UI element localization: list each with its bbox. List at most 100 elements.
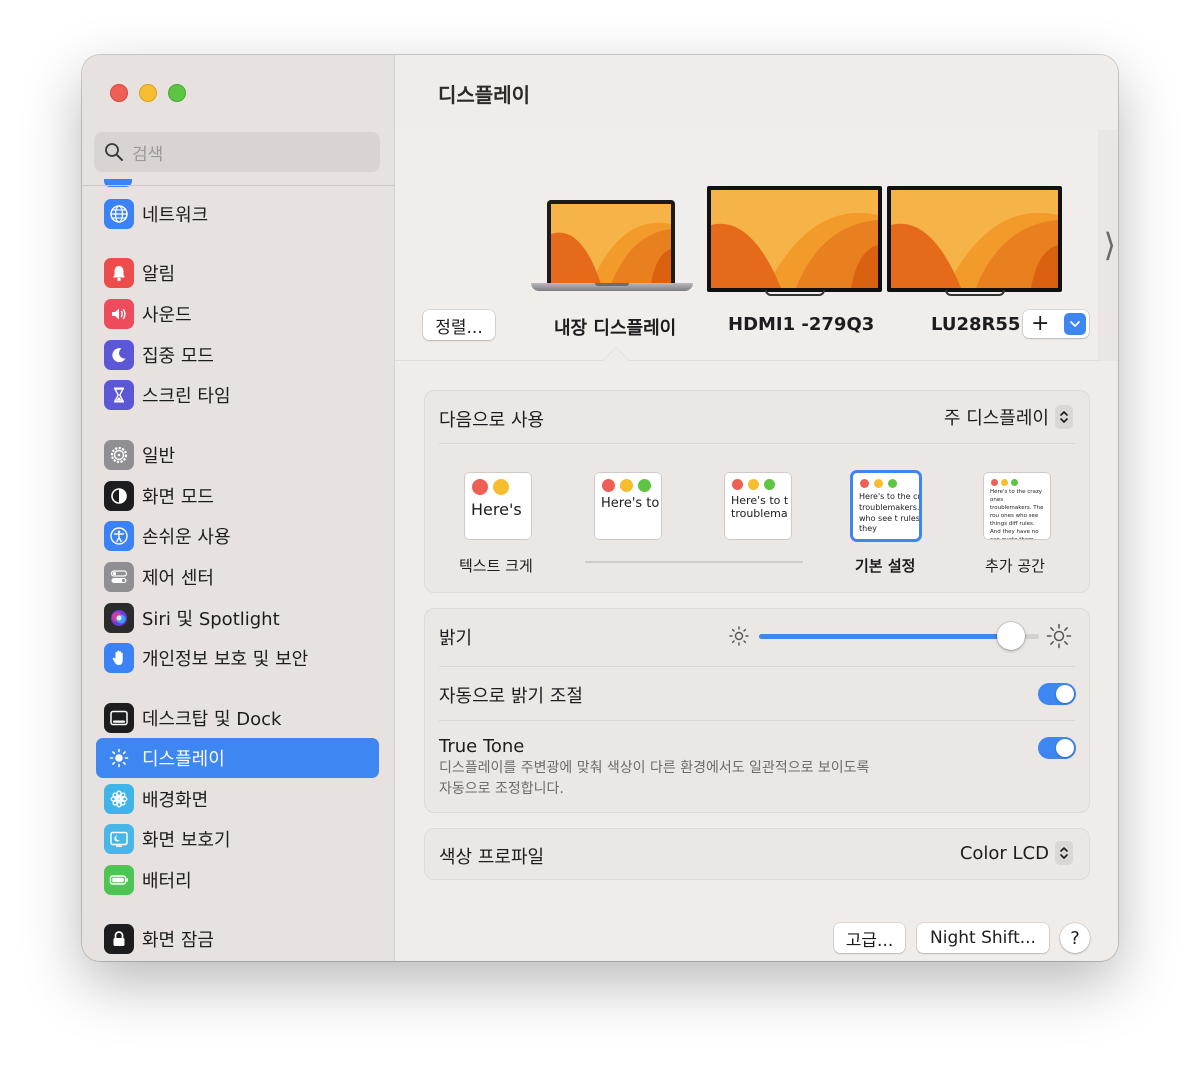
display-arrangement-area: ⟩ 내장 디스플레이 HDMI1 -279Q3 LU28R55 xyxy=(395,130,1118,361)
gear-icon xyxy=(104,440,134,470)
toggle-knob xyxy=(1056,739,1074,757)
sidebar-divider xyxy=(82,185,395,186)
brightness-slider-knob[interactable] xyxy=(997,622,1025,650)
speaker-icon xyxy=(104,299,134,329)
brightness-slider[interactable] xyxy=(759,622,1039,650)
sidebar-item-control-center[interactable]: 제어 센터 xyxy=(96,557,379,597)
sidebar-item-label: 일반 xyxy=(142,446,176,467)
resolution-option-3[interactable]: Here's to t troublema ones who xyxy=(725,473,791,539)
true-tone-label: True Tone xyxy=(439,736,525,757)
moon-icon xyxy=(104,340,134,370)
siri-icon xyxy=(104,603,134,633)
use-as-value: 주 디스플레이 xyxy=(943,408,1049,429)
bell-icon xyxy=(104,258,134,288)
add-display-dropdown[interactable] xyxy=(1064,313,1086,335)
sidebar-item-notifications[interactable]: 알림 xyxy=(96,253,379,293)
toggle-knob xyxy=(1056,685,1074,703)
advanced-button[interactable]: 고급... xyxy=(834,923,905,953)
monitor-stand xyxy=(765,290,825,296)
sidebar-item-label: 개인정보 보호 및 보안 xyxy=(142,649,309,670)
sun-icon xyxy=(104,743,134,773)
sidebar-item-screen-saver[interactable]: 화면 보호기 xyxy=(96,819,379,859)
sidebar-item-network[interactable]: 네트워크 xyxy=(96,194,379,234)
sidebar-item-label: 스크린 타임 xyxy=(142,386,231,407)
add-display-control[interactable]: + xyxy=(1023,310,1089,338)
resolution-sample-text: Here's xyxy=(471,500,522,519)
wallpaper-thumbnail xyxy=(891,190,1058,288)
chevron-down-icon xyxy=(1070,321,1080,327)
use-as-popup[interactable]: 주 디스플레이 xyxy=(944,404,1073,430)
sidebar-item-siri-spotlight[interactable]: Siri 및 Spotlight xyxy=(96,598,379,638)
builtin-display-thumbnail[interactable] xyxy=(547,200,675,284)
use-as-label: 다음으로 사용 xyxy=(439,410,545,431)
true-tone-description-line2: 자동으로 조정합니다. xyxy=(439,781,564,797)
color-profile-panel: 색상 프로파일 Color LCD xyxy=(424,828,1090,880)
resolution-option-larger-text[interactable]: Here's xyxy=(465,473,531,539)
resolution-option-more-space[interactable]: Here's to the crazy ones troublemakers. … xyxy=(984,473,1050,539)
monitor-stand xyxy=(945,290,1005,296)
search-field[interactable]: 검색 xyxy=(94,132,380,172)
up-down-chevron-icon xyxy=(1055,841,1073,865)
resolution-option-2[interactable]: Here's to troublem xyxy=(595,473,661,539)
sidebar-item-accessibility[interactable]: 손쉬운 사용 xyxy=(96,516,379,556)
display-label-builtin[interactable]: 내장 디스플레이 xyxy=(554,314,676,340)
sidebar-item-general[interactable]: 일반 xyxy=(96,435,379,475)
window-dots xyxy=(984,473,1050,486)
true-tone-description-line1: 디스플레이를 주변광에 맞춰 색상이 다른 환경에서도 일관적으로 보이도록 xyxy=(439,760,870,776)
sidebar-item-label: 화면 모드 xyxy=(142,487,214,508)
sidebar-item-label: 집중 모드 xyxy=(142,346,214,367)
sidebar-item-wallpaper[interactable]: 배경화면 xyxy=(96,779,379,819)
display-label-hdmi1[interactable]: HDMI1 -279Q3 xyxy=(728,314,874,335)
lu28r55-display-thumbnail[interactable] xyxy=(887,186,1062,292)
zoom-window-button[interactable] xyxy=(168,84,186,102)
flower-icon xyxy=(104,784,134,814)
display-label-lu28r55[interactable]: LU28R55 xyxy=(931,314,1020,335)
hourglass-icon xyxy=(104,380,134,410)
wallpaper-thumbnail xyxy=(551,204,671,284)
row-separator xyxy=(439,666,1075,667)
sidebar-item-focus[interactable]: 집중 모드 xyxy=(96,335,379,375)
sidebar-item-label: 손쉬운 사용 xyxy=(142,527,231,548)
wallpaper-thumbnail xyxy=(711,190,878,288)
sidebar-item-desktop-dock[interactable]: 데스크탑 및 Dock xyxy=(96,698,379,738)
window-controls xyxy=(110,84,186,102)
sidebar-item-screen-time[interactable]: 스크린 타임 xyxy=(96,375,379,415)
minimize-window-button[interactable] xyxy=(139,84,157,102)
help-button[interactable]: ? xyxy=(1060,923,1090,953)
chevron-right-icon[interactable]: ⟩ xyxy=(1104,226,1116,264)
brightness-panel: 밝기 자동으로 밝기 조절 True Tone 디스플레이를 주변광에 맞춰 색… xyxy=(424,608,1090,813)
resolution-caption-default: 기본 설정 xyxy=(855,557,916,575)
resolution-sample-text: Here's to troublem xyxy=(601,496,661,511)
sun-large-icon xyxy=(1046,623,1072,649)
sidebar-item-appearance[interactable]: 화면 모드 xyxy=(96,476,379,516)
sidebar: 검색 네트워크 알림 사운드 집중 모드 스크린 타임 일반 화면 모드 손쉬운… xyxy=(82,55,395,961)
hdmi1-display-thumbnail[interactable] xyxy=(707,186,882,292)
sidebar-item-label: 알림 xyxy=(142,264,176,285)
resolution-sample-text: Here's to t troublema ones who xyxy=(731,494,791,520)
sidebar-item-battery[interactable]: 배터리 xyxy=(96,860,379,900)
color-profile-popup[interactable]: Color LCD xyxy=(960,841,1073,865)
sidebar-item-displays[interactable]: 디스플레이 xyxy=(96,738,379,778)
sidebar-item-privacy-security[interactable]: 개인정보 보호 및 보안 xyxy=(96,638,379,678)
sidebar-item-sound[interactable]: 사운드 xyxy=(96,294,379,334)
brightness-slider-fill xyxy=(759,634,1011,639)
screensaver-icon xyxy=(104,824,134,854)
lock-icon xyxy=(104,924,134,954)
night-shift-button[interactable]: Night Shift... xyxy=(917,923,1049,953)
close-window-button[interactable] xyxy=(110,84,128,102)
sidebar-item-lock-screen[interactable]: 화면 잠금 xyxy=(96,919,379,959)
window-dots xyxy=(465,473,531,495)
sidebar-item-label: 디스플레이 xyxy=(142,749,225,770)
selection-caret xyxy=(603,348,629,361)
row-separator xyxy=(439,720,1075,721)
true-tone-toggle[interactable] xyxy=(1038,737,1076,759)
resolution-option-default[interactable]: Here's to the cr troublemakers. ones who… xyxy=(853,473,919,539)
add-display-button[interactable]: + xyxy=(1031,310,1049,337)
window-dots xyxy=(853,473,919,488)
display-scroll-area[interactable]: ⟩ xyxy=(1098,130,1118,361)
resolution-caption-larger-text: 텍스트 크게 xyxy=(459,557,533,575)
arrange-button[interactable]: 정렬... xyxy=(423,310,495,340)
auto-brightness-toggle[interactable] xyxy=(1038,683,1076,705)
brightness-label: 밝기 xyxy=(439,628,473,649)
sun-small-icon xyxy=(729,626,749,646)
